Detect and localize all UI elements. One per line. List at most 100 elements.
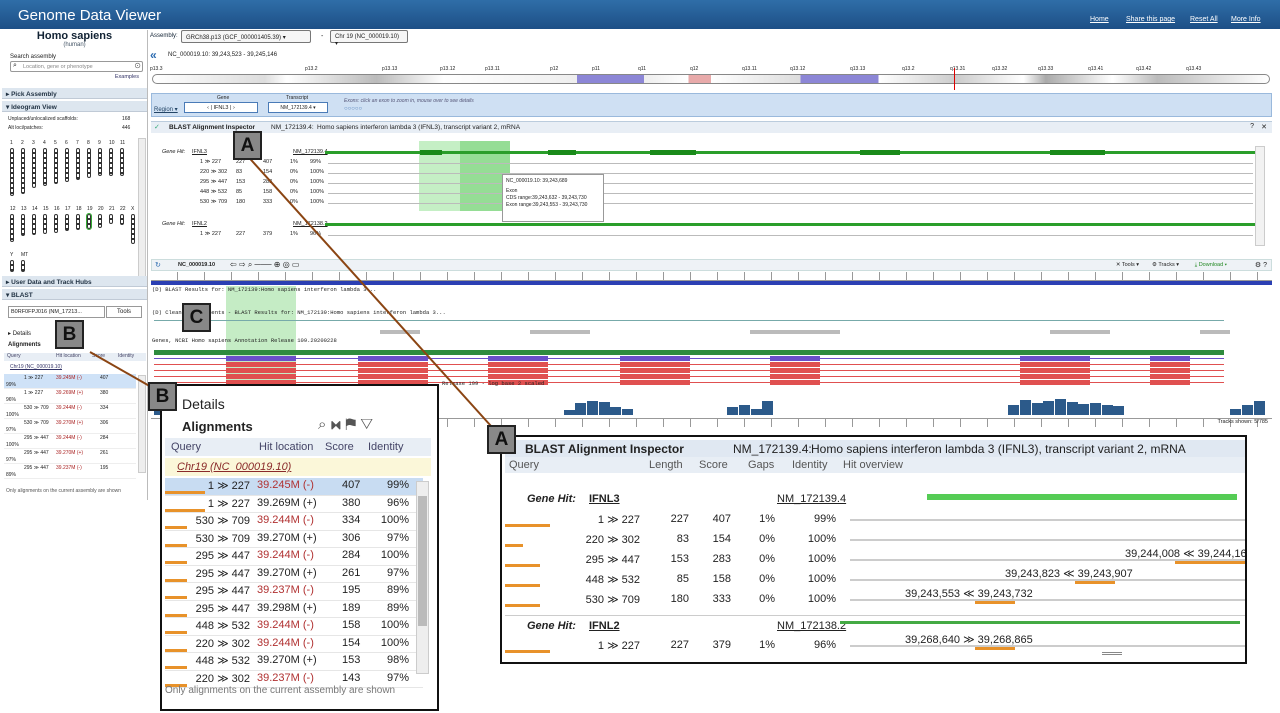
row-identity: 100% bbox=[807, 593, 836, 605]
alignments-footer: Only alignments on the current assembly … bbox=[165, 685, 396, 696]
boxa-col-gaps[interactable]: Gaps bbox=[748, 459, 774, 471]
alignment-row[interactable]: 220 ≫ 302 39.244M (-) 154 100% bbox=[165, 636, 423, 653]
query-coverage-bar bbox=[165, 666, 187, 669]
hit-track bbox=[850, 539, 1245, 541]
inspector-alignment-row[interactable]: 1 ≫ 227 227 379 1% 96% 39,268,640 ≫ 39,268,86… bbox=[505, 634, 1245, 655]
alignment-score: 306 bbox=[342, 531, 361, 544]
hit-range: 39,244,008 ≪ 39,244,160 bbox=[1125, 548, 1247, 560]
boxa-col-query[interactable]: Query bbox=[509, 459, 539, 471]
query-coverage-bar bbox=[165, 613, 187, 617]
row-gaps: 1% bbox=[759, 639, 775, 651]
alignments-zoom-panel: Details Alignments ⌕ ⧓ ⚑ ▽ Query Hit loc… bbox=[160, 384, 439, 711]
hit-range: 39,243,553 ≪ 39,243,732 bbox=[905, 588, 1033, 600]
row-score: 154 bbox=[712, 533, 731, 545]
row-score: 333 bbox=[712, 593, 731, 605]
alignment-row[interactable]: 1 ≫ 227 39.269M (+) 380 96% bbox=[165, 496, 423, 513]
row-length: 180 bbox=[670, 593, 689, 605]
alignment-score: 261 bbox=[342, 566, 361, 579]
row-gaps: 0% bbox=[759, 533, 775, 545]
alignment-row[interactable]: 1 ≫ 227 39.245M (-) 407 99% bbox=[165, 478, 423, 496]
details-title: Details bbox=[182, 396, 225, 412]
alignment-identity: 100% bbox=[380, 549, 409, 561]
alignment-hit-location: 39.244M (-) bbox=[257, 619, 314, 631]
col-hit-location[interactable]: Hit location bbox=[259, 441, 313, 453]
alignment-row[interactable]: 448 ≫ 532 39.244M (-) 158 100% bbox=[165, 618, 423, 636]
gene-hit2-label: Gene Hit: bbox=[527, 620, 576, 632]
alignment-identity: 100% bbox=[380, 636, 409, 649]
col-score[interactable]: Score bbox=[325, 441, 354, 453]
hit-bar bbox=[975, 601, 1015, 604]
alignment-score: 380 bbox=[342, 496, 361, 509]
query-coverage bbox=[505, 604, 540, 607]
gene-hit-name[interactable]: IFNL3 bbox=[589, 493, 620, 505]
alignment-row[interactable]: 295 ≫ 447 39.244M (-) 284 100% bbox=[165, 548, 423, 566]
alignment-hit-location: 39.244M (-) bbox=[257, 514, 314, 526]
resize-handle[interactable] bbox=[1102, 652, 1122, 655]
alignment-row[interactable]: 448 ≫ 532 39.270M (+) 153 98% bbox=[165, 653, 423, 671]
query-coverage bbox=[505, 524, 550, 527]
hit-range: 39,243,823 ≪ 39,243,907 bbox=[1005, 568, 1133, 580]
row-score: 407 bbox=[712, 513, 731, 525]
alignment-row[interactable]: 530 ≫ 709 39.270M (+) 306 97% bbox=[165, 531, 423, 548]
alignment-score: 154 bbox=[342, 636, 361, 649]
gene-hit2-name[interactable]: IFNL2 bbox=[589, 620, 620, 632]
inspector-alignment-row[interactable]: 295 ≫ 447 153 283 0% 100% 39,244,008 ≪ 39,244… bbox=[505, 548, 1247, 569]
boxa-table-header: Query Length Score Gaps Identity Hit ove… bbox=[505, 457, 1245, 473]
boxa-col-overview: Hit overview bbox=[843, 459, 903, 471]
inspector-alignment-row[interactable]: 448 ≫ 532 85 158 0% 100% 39,243,823 ≪ 39,243,… bbox=[505, 568, 1245, 589]
row-score: 283 bbox=[712, 553, 731, 565]
boxa-col-length[interactable]: Length bbox=[649, 459, 683, 471]
hit-bar bbox=[1075, 581, 1115, 584]
row-identity: 96% bbox=[813, 639, 836, 651]
alignment-identity: 96% bbox=[386, 496, 409, 509]
alignment-identity: 100% bbox=[380, 514, 409, 526]
col-identity[interactable]: Identity bbox=[368, 441, 403, 453]
row-length: 153 bbox=[670, 553, 689, 565]
alignment-identity: 99% bbox=[386, 479, 409, 491]
inspector-alignment-row[interactable]: 220 ≫ 302 83 154 0% 100% bbox=[505, 529, 1245, 549]
gene-hit2-accession[interactable]: NM_172138.2 bbox=[777, 620, 846, 632]
query-coverage bbox=[505, 544, 523, 547]
query-coverage-bar bbox=[165, 543, 187, 547]
col-query[interactable]: Query bbox=[171, 441, 201, 453]
boxa-accession: NM_172139.4: bbox=[733, 442, 812, 456]
label-b-box: B bbox=[148, 382, 177, 411]
alignments-table-header: Query Hit location Score Identity bbox=[165, 438, 431, 456]
row-length: 83 bbox=[676, 533, 689, 545]
alignment-score: 407 bbox=[342, 479, 361, 491]
scroll-thumb[interactable] bbox=[418, 496, 427, 626]
alignment-identity: 97% bbox=[386, 566, 409, 579]
alignment-score: 284 bbox=[342, 549, 361, 561]
query-coverage bbox=[505, 650, 550, 653]
alignment-score: 158 bbox=[342, 619, 361, 631]
alignment-row[interactable]: 295 ≫ 447 39.237M (-) 195 89% bbox=[165, 583, 423, 601]
query-coverage-bar bbox=[165, 596, 187, 599]
inspector-alignment-row[interactable]: 1 ≫ 227 227 407 1% 99% bbox=[505, 509, 1245, 529]
gene-hit-ifnl2: Gene Hit: IFNL2 NM_172138.2 bbox=[505, 615, 1245, 635]
gene-hit-accession[interactable]: NM_172139.4 bbox=[777, 493, 846, 505]
boxa-col-score[interactable]: Score bbox=[699, 459, 728, 471]
query-coverage-bar bbox=[165, 526, 187, 529]
group-link[interactable]: Chr19 (NC_000019.10) bbox=[177, 461, 291, 473]
alignment-row[interactable]: 295 ≫ 447 39.270M (+) 261 97% bbox=[165, 566, 423, 583]
boxa-title: BLAST Alignment Inspector bbox=[525, 442, 684, 456]
alignment-row[interactable]: 530 ≫ 709 39.244M (-) 334 100% bbox=[165, 513, 423, 531]
boxa-col-identity[interactable]: Identity bbox=[792, 459, 827, 471]
gene-hit-overview-bar bbox=[927, 494, 1237, 500]
label-a-top: A bbox=[233, 131, 262, 160]
row-length: 227 bbox=[670, 513, 689, 525]
alignment-score: 195 bbox=[342, 584, 361, 596]
row-gaps: 0% bbox=[759, 593, 775, 605]
alignment-row[interactable]: 295 ≫ 447 39.298M (+) 189 89% bbox=[165, 601, 423, 618]
row-identity: 100% bbox=[807, 573, 836, 585]
alignment-hit-location: 39.298M (+) bbox=[257, 601, 317, 614]
alignment-hit-location: 39.237M (-) bbox=[257, 671, 314, 684]
zoom-tools-icons[interactable]: ⌕ ⧓ ⚑ ▽ bbox=[318, 416, 373, 433]
query-coverage-bar bbox=[165, 508, 205, 512]
inspector-alignment-row[interactable]: 530 ≫ 709 180 333 0% 100% 39,243,553 ≪ 39,243… bbox=[505, 588, 1245, 609]
alignment-score: 143 bbox=[342, 671, 361, 684]
alignments-scrollbar[interactable] bbox=[416, 481, 429, 674]
query-coverage-bar bbox=[165, 631, 187, 634]
alignment-score: 189 bbox=[342, 601, 361, 614]
row-identity: 100% bbox=[807, 533, 836, 545]
